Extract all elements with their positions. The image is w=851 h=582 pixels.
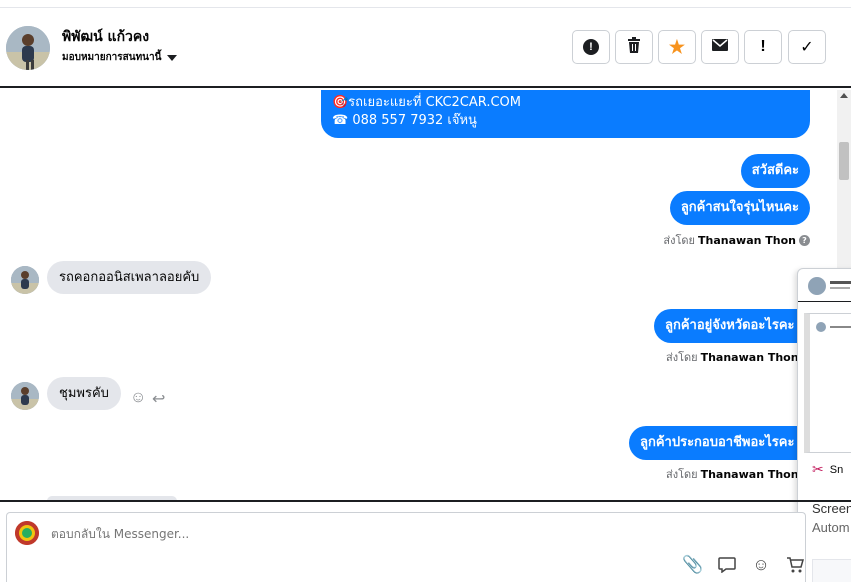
sent-by-prefix: ส่งโดย: [666, 351, 698, 364]
incoming-message[interactable]: ชุมพรคับ: [47, 377, 121, 410]
reply-arrow-icon[interactable]: ↩: [152, 389, 165, 409]
conversation-header: พิพัฒน์ แก้วคง มอบหมายการสนทนานี้ ! ★ ! …: [0, 8, 851, 88]
exclamation-icon: !: [760, 38, 766, 55]
sent-by-label: ส่งโดย Thanawan Thon: [666, 348, 799, 366]
star-button[interactable]: ★: [658, 30, 696, 64]
scroll-up-arrow[interactable]: [840, 93, 848, 98]
popup-thumbnail: [804, 313, 851, 453]
outgoing-message[interactable]: ลูกค้าอยู่จังหวัดอะไรคะ: [654, 309, 814, 343]
popup-avatar: [808, 277, 826, 295]
agent-name: Thanawan Thon: [700, 467, 799, 481]
scroll-thumb[interactable]: [839, 142, 849, 180]
composer-divider: [0, 500, 851, 502]
mark-unread-button[interactable]: [701, 30, 739, 64]
promo-line-1: 🎯รถเยอะแยะที่ CKC2CAR.COM: [332, 95, 522, 110]
snip-icon: ✂: [812, 461, 824, 477]
contact-avatar[interactable]: [6, 26, 50, 70]
snip-label: Sn: [829, 463, 844, 476]
messenger-inbox-window: พิพัฒน์ แก้วคง มอบหมายการสนทนานี้ ! ★ ! …: [0, 0, 851, 582]
promo-line-2: ☎ 088 557 7932 เจ๊หนู: [332, 113, 477, 128]
trash-icon: [627, 36, 641, 58]
report-icon: !: [583, 39, 599, 55]
outgoing-message[interactable]: ลูกค้าประกอบอาชีพอะไรคะ: [629, 426, 814, 460]
agent-name: Thanawan Thon: [698, 233, 796, 247]
attach-icon[interactable]: 📎: [682, 555, 703, 575]
composer-toolbar: 📎 ☺: [682, 555, 805, 575]
popup-thumb-avatar: [816, 322, 826, 332]
outgoing-message[interactable]: ลูกค้าสนใจรุ่นไหนคะ: [669, 191, 810, 225]
sent-by-prefix: ส่งโดย: [666, 468, 698, 481]
agent-name: Thanawan Thon: [700, 350, 799, 364]
cart-icon[interactable]: [785, 555, 805, 575]
contact-avatar-small[interactable]: [11, 266, 39, 294]
mark-important-button[interactable]: !: [744, 30, 782, 64]
outgoing-message[interactable]: สวัสดีคะ: [740, 154, 810, 188]
page-avatar: [15, 521, 39, 545]
contact-avatar-small[interactable]: [11, 382, 39, 410]
emoji-icon[interactable]: ☺: [751, 555, 771, 575]
snipping-tool-item[interactable]: ✂ Sn: [812, 461, 843, 478]
popup-thumb-line: [830, 326, 851, 328]
check-icon: ✓: [800, 39, 814, 56]
mail-icon: [712, 38, 728, 56]
mark-done-button[interactable]: ✓: [788, 30, 826, 64]
incoming-message[interactable]: รถคอกออนิสเพลาลอยคับ: [47, 261, 212, 294]
assign-label: มอบหมายการสนทนานี้: [62, 52, 162, 63]
message-thread[interactable]: 🎯รถเยอะแยะที่ CKC2CAR.COM ☎ 088 557 7932…: [0, 90, 851, 500]
popup-text: Screen Autom: [812, 499, 851, 537]
popup-bottom-box[interactable]: [812, 559, 851, 582]
sent-by-prefix: ส่งโดย: [663, 234, 696, 247]
popup-preview-line: [830, 287, 850, 289]
popup-divider: [798, 301, 851, 302]
comment-icon[interactable]: [717, 555, 737, 575]
assign-conversation-dropdown[interactable]: มอบหมายการสนทนานี้: [62, 50, 178, 65]
delete-button[interactable]: [615, 30, 653, 64]
promo-message-bubble[interactable]: 🎯รถเยอะแยะที่ CKC2CAR.COM ☎ 088 557 7932…: [321, 90, 810, 138]
contact-name: พิพัฒน์ แก้วคง: [62, 29, 150, 45]
caret-down-icon: [167, 54, 178, 61]
help-icon[interactable]: ?: [799, 234, 810, 246]
sent-by-label: ส่งโดย Thanawan Thon ?: [663, 231, 810, 249]
popup-text-line2: Autom: [812, 520, 850, 535]
sent-by-label: ส่งโดย Thanawan Thon: [666, 465, 799, 483]
popup-preview-line: [830, 281, 851, 284]
star-icon: ★: [668, 36, 686, 57]
report-button[interactable]: !: [572, 30, 610, 64]
reply-composer: 📎 ☺: [6, 512, 806, 582]
reply-input[interactable]: [51, 527, 551, 541]
react-emoji-icon[interactable]: ☺: [130, 389, 146, 407]
